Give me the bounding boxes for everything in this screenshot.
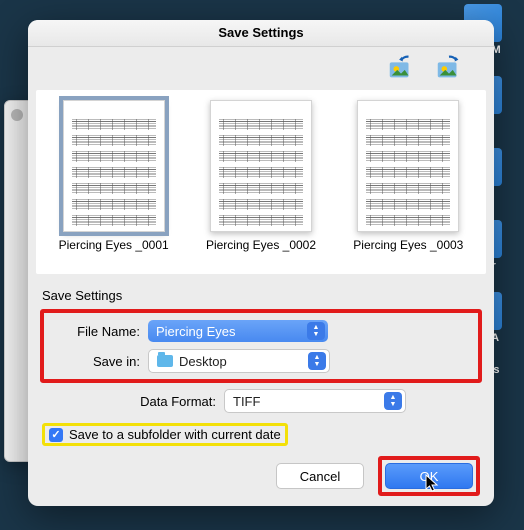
page-thumbnail[interactable] bbox=[210, 100, 312, 232]
file-name-label: File Name: bbox=[48, 324, 148, 339]
save-in-label: Save in: bbox=[48, 354, 148, 369]
data-format-select[interactable]: TIFF ▲▼ bbox=[224, 389, 406, 413]
highlight-yellow-box: ✓ Save to a subfolder with current date bbox=[42, 423, 288, 446]
save-settings-dialog: Save Settings Piercing Eyes _0001 Pierci… bbox=[28, 20, 494, 506]
preview-label: Piercing Eyes _0001 bbox=[59, 238, 169, 252]
preview-strip: Piercing Eyes _0001 Piercing Eyes _0002 … bbox=[36, 90, 486, 274]
section-label: Save Settings bbox=[42, 288, 480, 303]
subfolder-checkbox[interactable]: ✓ bbox=[49, 428, 63, 442]
preview-label: Piercing Eyes _0003 bbox=[353, 238, 463, 252]
subfolder-checkbox-label: Save to a subfolder with current date bbox=[69, 427, 281, 442]
preview-item[interactable]: Piercing Eyes _0001 bbox=[59, 100, 169, 252]
ok-button[interactable]: OK bbox=[385, 463, 473, 489]
page-thumbnail[interactable] bbox=[63, 100, 165, 232]
folder-icon bbox=[157, 355, 173, 367]
data-format-label: Data Format: bbox=[40, 394, 224, 409]
dialog-title: Save Settings bbox=[28, 20, 494, 47]
preview-item[interactable]: Piercing Eyes _0002 bbox=[206, 100, 316, 252]
page-thumbnail[interactable] bbox=[357, 100, 459, 232]
highlight-red-box: File Name: Piercing Eyes ▲▼ Save in: Des… bbox=[40, 309, 482, 383]
chevron-updown-icon: ▲▼ bbox=[384, 392, 402, 410]
toolbar bbox=[28, 47, 494, 90]
file-name-combobox[interactable]: Piercing Eyes ▲▼ bbox=[148, 320, 328, 342]
cancel-button[interactable]: Cancel bbox=[276, 463, 364, 489]
preview-label: Piercing Eyes _0002 bbox=[206, 238, 316, 252]
chevron-updown-icon: ▲▼ bbox=[308, 352, 326, 370]
chevron-updown-icon: ▲▼ bbox=[307, 322, 325, 340]
rotate-right-icon[interactable] bbox=[434, 53, 464, 83]
save-in-select[interactable]: Desktop ▲▼ bbox=[148, 349, 330, 373]
rotate-left-icon[interactable] bbox=[386, 53, 416, 83]
preview-item[interactable]: Piercing Eyes _0003 bbox=[353, 100, 463, 252]
highlight-red-box: OK bbox=[378, 456, 480, 496]
